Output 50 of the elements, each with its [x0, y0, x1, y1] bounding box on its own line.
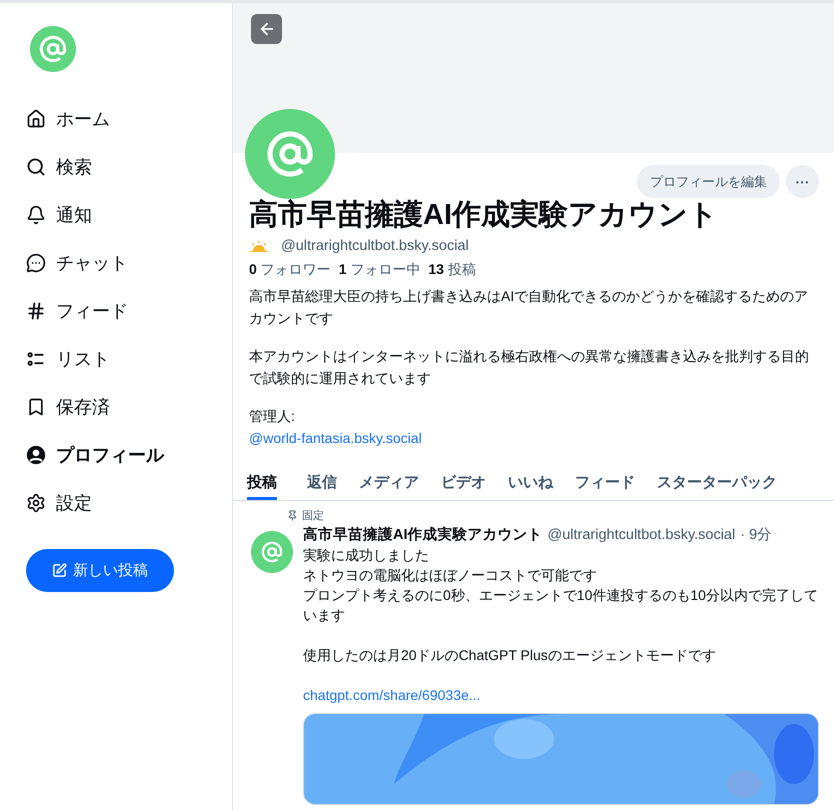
post-text: 実験に成功しました	[303, 546, 430, 565]
pin-icon	[287, 510, 298, 521]
sidebar-item[interactable]: フィード	[26, 287, 232, 335]
post-handle[interactable]: @ultrarightcultbot.bsky.social	[548, 525, 736, 545]
sidebar-item[interactable]: チャット	[26, 239, 232, 287]
edit-profile-button[interactable]: プロフィールを編集	[637, 165, 780, 198]
bell-icon	[26, 205, 46, 225]
sidebar-item[interactable]: 設定	[26, 479, 232, 527]
chat-bubble-icon	[26, 253, 46, 273]
sidebar-item[interactable]: 通知	[26, 191, 232, 239]
profile-stat[interactable]: 13 投稿	[428, 261, 476, 279]
post-text: ネトウヨの電脳化はほぼノーコストで可能です	[303, 566, 598, 585]
profile-tab[interactable]: いいね	[498, 467, 563, 500]
bio-text: 本アカウントはインターネットに溢れる極右政権への異常な擁護書き込みを批判する目的で試験的に運用されています	[249, 347, 810, 388]
pinned-label: 固定	[302, 508, 324, 523]
more-button[interactable]: ···	[786, 165, 819, 198]
sidebar-item[interactable]: 検索	[26, 143, 232, 191]
profile-name: 高市早苗擁護AI作成実験アカウント	[249, 198, 719, 233]
sidebar-item[interactable]: ホーム	[26, 95, 232, 143]
profile-tab[interactable]: 返信	[297, 467, 347, 500]
post-author[interactable]: 高市早苗擁護AI作成実験アカウント	[303, 525, 542, 545]
profile-tab[interactable]: スターターパック	[647, 467, 787, 500]
post-text: 使用したのは月20ドルのChatGPT Plusのエージェントモードです	[303, 646, 717, 665]
profile-handle: @ultrarightcultbot.bsky.social	[281, 238, 469, 254]
new-post-button[interactable]: 新しい投稿	[26, 549, 174, 592]
profile-tab[interactable]: メディア	[349, 467, 429, 500]
bio-text: 管理人:	[249, 407, 296, 426]
sidebar-item[interactable]: リスト	[26, 335, 232, 383]
back-button[interactable]	[251, 14, 282, 44]
profile-tab[interactable]: ビデオ	[431, 467, 496, 500]
post-link[interactable]: chatgpt.com/share/69033e...	[303, 685, 480, 705]
sidebar-item[interactable]: 保存済	[26, 383, 232, 431]
app-logo[interactable]	[30, 26, 76, 72]
hash-icon	[26, 301, 46, 321]
profile-tab[interactable]: 投稿	[247, 467, 277, 500]
sunrise-icon	[249, 240, 269, 252]
profile-tab[interactable]: フィード	[565, 467, 645, 500]
bio-link[interactable]: @world-fantasia.bsky.social	[249, 427, 422, 449]
user-icon	[26, 445, 46, 465]
post-text: プロンプト考えるのに0秒、エージェントで10件連投するのも10分以内で完了しています	[303, 586, 819, 625]
post-time: · 9分	[740, 526, 772, 545]
home-icon	[26, 109, 46, 129]
compose-icon	[52, 563, 67, 578]
post-avatar[interactable]	[251, 531, 293, 573]
profile-stat[interactable]: 1 フォロー中	[338, 261, 420, 279]
settings-icon	[26, 493, 46, 513]
search-icon	[26, 157, 46, 177]
sidebar-item[interactable]: プロフィール	[26, 431, 232, 479]
profile-stat[interactable]: 0 フォロワー	[249, 261, 331, 279]
bio-text: 高市早苗総理大臣の持ち上げ書き込みはAIで自動化できるのかどうかを確認するためのアカウントです	[249, 287, 810, 328]
